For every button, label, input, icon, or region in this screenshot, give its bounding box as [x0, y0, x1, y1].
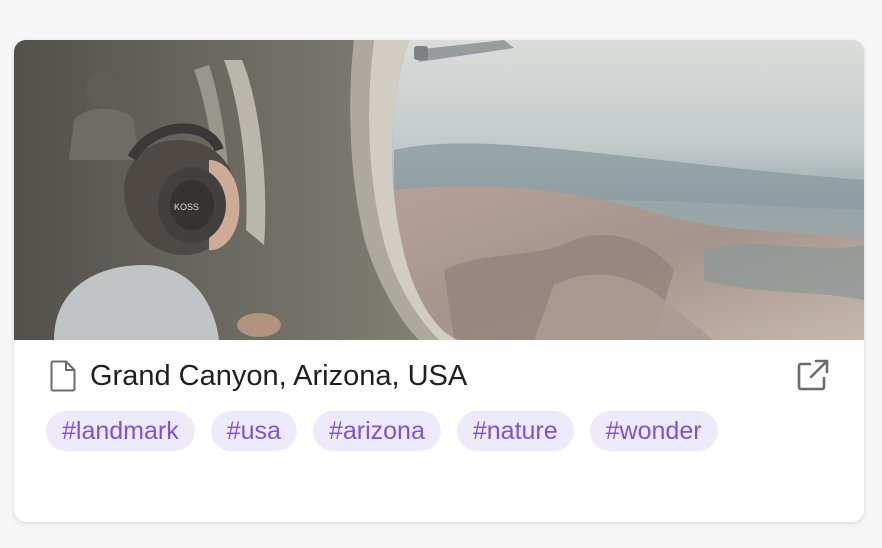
card-title: Grand Canyon, Arizona, USA — [90, 360, 468, 392]
cover-image[interactable]: KOSS — [14, 40, 864, 340]
tag-list: #landmark #usa #arizona #nature #wonder — [46, 411, 718, 451]
tag-landmark[interactable]: #landmark — [46, 411, 195, 451]
tag-wonder[interactable]: #wonder — [589, 411, 718, 451]
tag-usa[interactable]: #usa — [210, 411, 297, 451]
tag-arizona[interactable]: #arizona — [312, 411, 441, 451]
tag-nature[interactable]: #nature — [456, 411, 574, 451]
cover-photo: KOSS — [14, 40, 864, 340]
card-title-row: Grand Canyon, Arizona, USA — [14, 340, 864, 410]
bookmark-card[interactable]: KOSS Grand Canyon, Arizona, USA #landmar… — [14, 40, 864, 522]
external-link-icon[interactable] — [796, 358, 830, 392]
document-icon — [50, 360, 76, 392]
